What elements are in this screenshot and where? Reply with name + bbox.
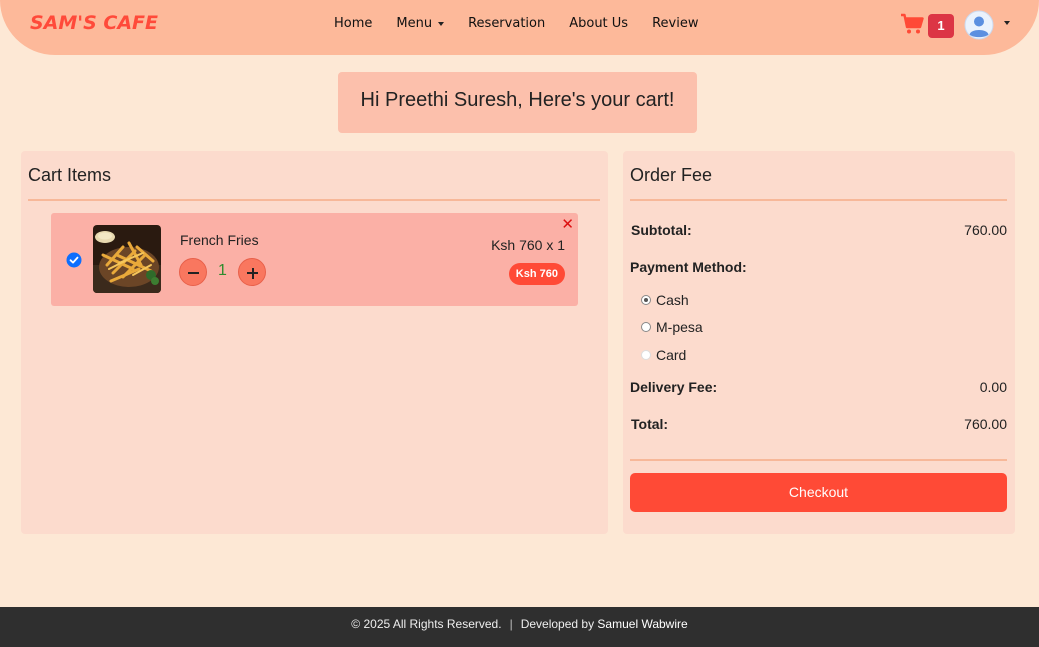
footer-separator: | bbox=[509, 617, 513, 631]
checkbox-checked-icon[interactable] bbox=[66, 252, 82, 268]
user-avatar-icon[interactable] bbox=[964, 10, 994, 40]
nav-menu-dropdown[interactable]: Menu bbox=[396, 16, 445, 31]
nav-about-us[interactable]: About Us bbox=[569, 16, 628, 31]
chevron-down-icon bbox=[438, 21, 445, 26]
close-icon[interactable]: ✕ bbox=[561, 215, 574, 233]
cart-count-badge[interactable]: 1 bbox=[928, 14, 954, 38]
decrease-quantity-button[interactable] bbox=[179, 258, 207, 286]
divider bbox=[630, 199, 1007, 201]
item-name: French Fries bbox=[180, 232, 259, 248]
cart-icon[interactable] bbox=[900, 13, 924, 35]
greeting-banner: Hi Preethi Suresh, Here's your cart! bbox=[338, 72, 697, 133]
payment-option-mpesa[interactable]: M-pesa bbox=[641, 319, 703, 335]
plus-icon bbox=[251, 267, 254, 279]
radio-icon[interactable] bbox=[641, 322, 651, 332]
payment-option-cash[interactable]: Cash bbox=[641, 292, 689, 308]
delivery-fee-value: 0.00 bbox=[979, 379, 1007, 395]
avatar-chevron-down-icon[interactable] bbox=[1004, 21, 1010, 25]
payment-option-card[interactable]: Card bbox=[641, 347, 686, 363]
nav-home[interactable]: Home bbox=[334, 16, 372, 31]
subtotal-value: 760.00 bbox=[964, 222, 1007, 238]
payment-method-label: Payment Method: bbox=[630, 259, 747, 275]
nav-menu-label: Menu bbox=[396, 16, 433, 31]
item-quantity: 1 bbox=[218, 262, 227, 279]
navbar: SAM'S CAFE Home Menu Reservation About U… bbox=[0, 0, 1039, 55]
nav-about-label: About Us bbox=[569, 16, 629, 31]
order-panel-title: Order Fee bbox=[630, 165, 713, 185]
cart-panel-title: Cart Items bbox=[28, 165, 112, 185]
payment-option-label: Card bbox=[656, 347, 687, 363]
minus-icon bbox=[188, 272, 199, 274]
total-label: Total: bbox=[631, 416, 669, 432]
order-fee-panel: Order Fee Subtotal: 760.00 Payment Metho… bbox=[623, 151, 1015, 534]
footer-developer-name[interactable]: Samuel Wabwire bbox=[597, 617, 687, 631]
nav-review[interactable]: Review bbox=[652, 16, 698, 31]
brand-logo[interactable]: SAM'S CAFE bbox=[30, 12, 158, 34]
delivery-fee-label: Delivery Fee: bbox=[630, 379, 718, 395]
radio-icon[interactable] bbox=[641, 350, 651, 360]
subtotal-label: Subtotal: bbox=[631, 222, 692, 238]
increase-quantity-button[interactable] bbox=[238, 258, 266, 286]
payment-option-label: M-pesa bbox=[656, 319, 703, 335]
divider bbox=[28, 199, 600, 201]
nav-links: Home Menu Reservation About Us Review bbox=[334, 16, 722, 31]
checkout-button[interactable]: Checkout bbox=[630, 473, 1007, 512]
item-price-line: Ksh 760 x 1 bbox=[491, 237, 565, 253]
nav-reservation[interactable]: Reservation bbox=[468, 16, 545, 31]
footer-developed-by: Developed by bbox=[520, 617, 595, 631]
item-total-badge: Ksh 760 bbox=[508, 263, 565, 285]
nav-home-label: Home bbox=[334, 16, 373, 31]
divider bbox=[630, 459, 1007, 461]
payment-option-label: Cash bbox=[656, 292, 689, 308]
nav-reservation-label: Reservation bbox=[468, 16, 546, 31]
nav-review-label: Review bbox=[652, 16, 699, 31]
cart-panel: Cart Items French Fries 1 Ksh 760 x 1 Ks… bbox=[21, 151, 608, 534]
item-image-french-fries bbox=[93, 225, 161, 293]
total-value: 760.00 bbox=[964, 416, 1007, 432]
footer-copyright: © 2025 All Rights Reserved. bbox=[351, 617, 502, 631]
radio-checked-icon[interactable] bbox=[641, 295, 651, 305]
cart-item: French Fries 1 Ksh 760 x 1 Ksh 760 ✕ bbox=[51, 213, 578, 306]
footer: © 2025 All Rights Reserved. | Developed by… bbox=[0, 607, 1039, 647]
